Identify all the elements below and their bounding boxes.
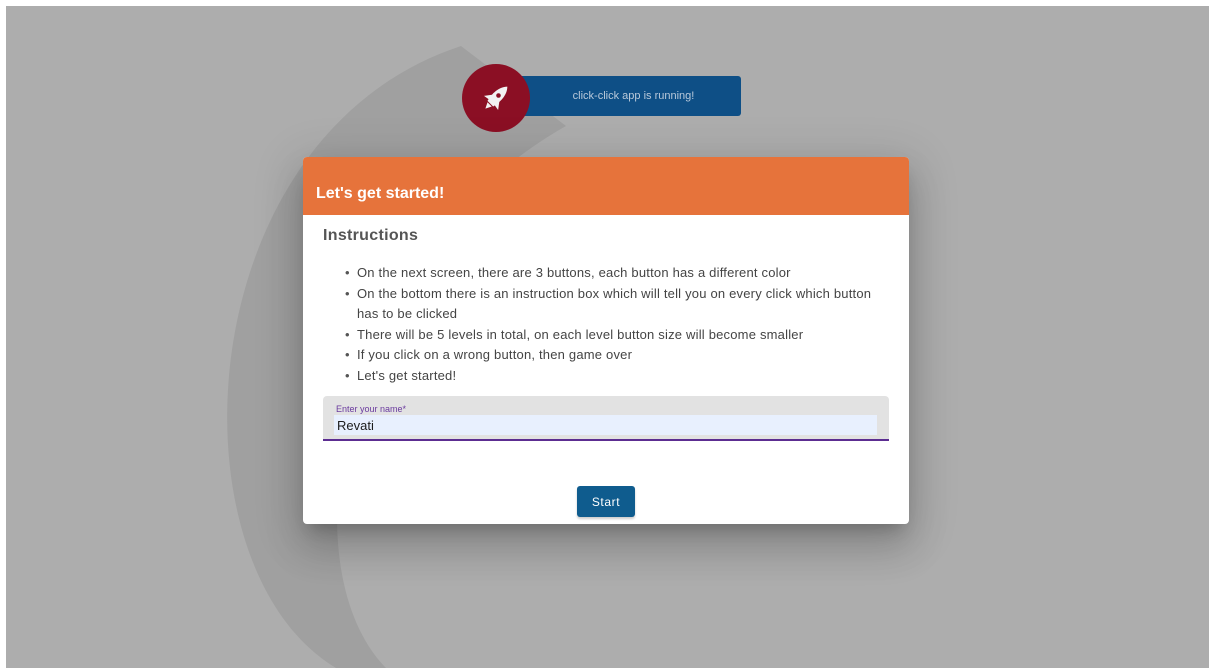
rocket-badge xyxy=(462,64,530,132)
instructions-list: On the next screen, there are 3 buttons,… xyxy=(345,263,877,387)
start-button[interactable]: Start xyxy=(577,486,635,517)
banner-text: click-click app is running! xyxy=(506,76,741,116)
instruction-item: If you click on a wrong button, then gam… xyxy=(345,345,877,366)
instruction-item: On the bottom there is an instruction bo… xyxy=(345,284,877,325)
name-field-label: Enter your name* xyxy=(336,404,407,414)
instruction-item: There will be 5 levels in total, on each… xyxy=(345,325,877,346)
instruction-item: On the next screen, there are 3 buttons,… xyxy=(345,263,877,284)
instructions-heading: Instructions xyxy=(323,227,419,244)
name-input[interactable] xyxy=(334,415,877,435)
app-page: click-click app is running! Let's get st… xyxy=(6,6,1209,668)
get-started-dialog: Let's get started! Instructions On the n… xyxy=(303,157,909,524)
rocket-icon xyxy=(483,86,508,111)
instruction-item: Let's get started! xyxy=(345,366,877,387)
app-running-banner: click-click app is running! xyxy=(462,64,742,134)
dialog-header: Let's get started! xyxy=(303,157,909,215)
name-field[interactable]: Enter your name* xyxy=(323,396,889,441)
dialog-title: Let's get started! xyxy=(316,185,445,202)
